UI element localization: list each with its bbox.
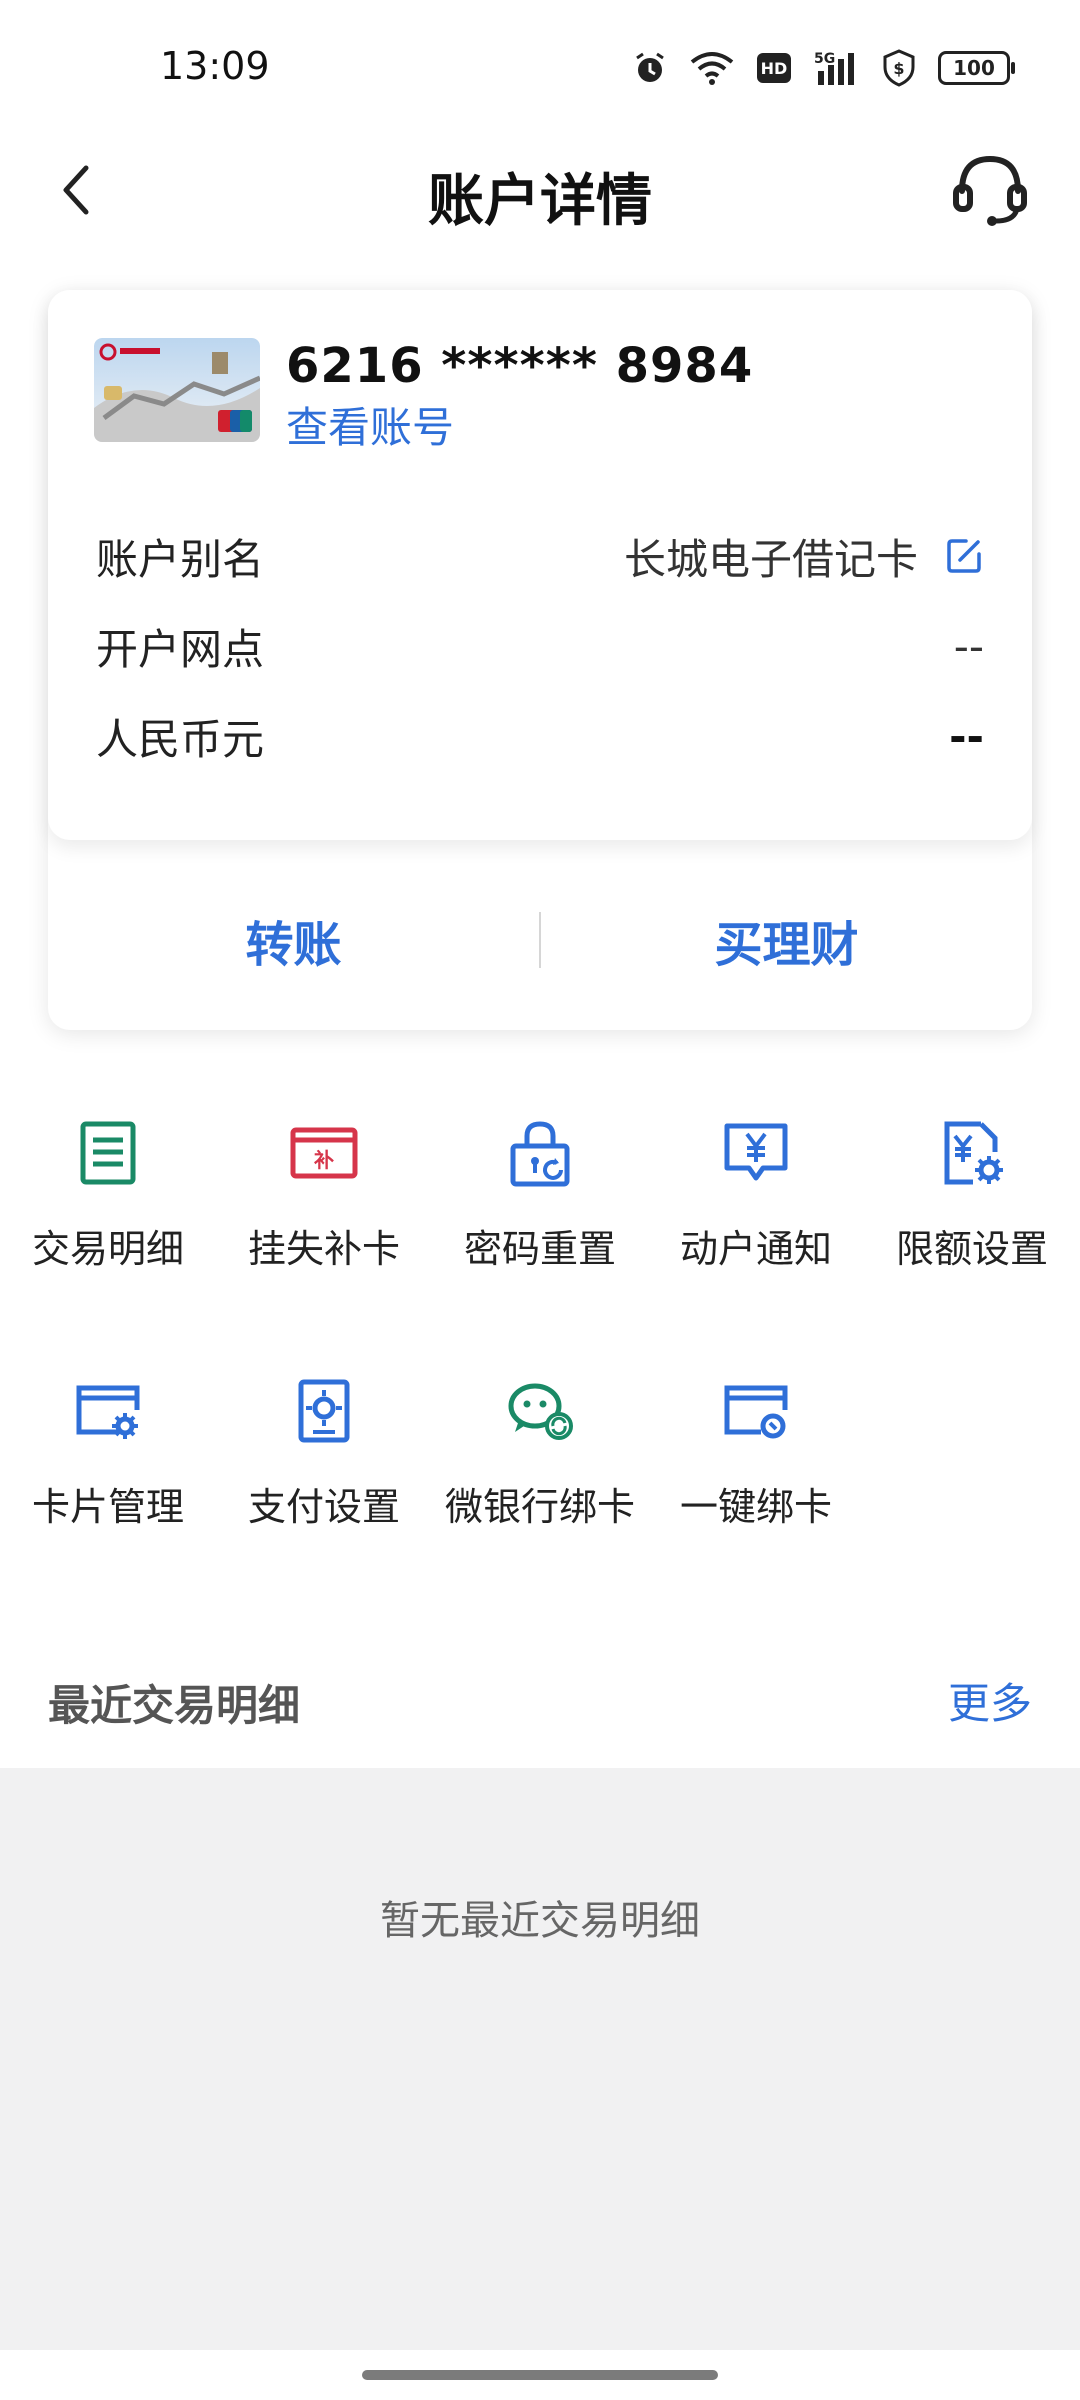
- edit-icon[interactable]: [944, 536, 984, 576]
- svg-text:$: $: [893, 59, 904, 78]
- navigation-bar: [0, 2350, 1080, 2400]
- transfer-button[interactable]: 转账: [48, 905, 539, 975]
- grid-label: 卡片管理: [31, 1485, 184, 1529]
- yuan-notice-icon: [724, 1123, 788, 1181]
- alarm-icon: [636, 52, 664, 82]
- grid-item-limit-settings[interactable]: 限额设置: [864, 1118, 1080, 1273]
- recent-transactions-header: 最近交易明细 更多: [0, 1640, 1080, 1768]
- wechat-bind-icon: [508, 1383, 573, 1440]
- card-link-icon: [724, 1385, 788, 1439]
- row-value-wrap: 长城电子借记卡: [624, 526, 984, 587]
- bank-card-image: [94, 338, 260, 442]
- customer-service-button[interactable]: [940, 134, 1040, 244]
- battery-indicator: 100: [938, 51, 1015, 85]
- view-account-link[interactable]: 查看账号: [286, 394, 454, 455]
- payment-settings-icon: [298, 1379, 350, 1443]
- row-label: 账户别名: [96, 534, 265, 584]
- grid-item-password-reset[interactable]: 密码重置: [432, 1118, 648, 1273]
- account-card: 6216 ****** 8984 查看账号 账户别名 长城电子借记卡 开户网点 …: [48, 290, 1032, 1030]
- hd-icon: HD: [757, 53, 791, 83]
- home-indicator[interactable]: [362, 2370, 718, 2380]
- card-action-row: 转账 买理财: [48, 850, 1032, 1030]
- empty-state-text: 暂无最近交易明细: [380, 1898, 700, 1944]
- row-value: 长城电子借记卡: [623, 534, 918, 584]
- row-rmb-balance: 人民币元 --: [96, 706, 984, 766]
- buy-wealth-button[interactable]: 买理财: [541, 905, 1032, 975]
- status-time: 13:09: [160, 44, 270, 88]
- page-header: 账户详情: [0, 120, 1080, 290]
- balance-value: --: [949, 711, 984, 761]
- card-repair-icon: 补: [290, 1127, 358, 1179]
- grid-item-payment-settings[interactable]: 支付设置: [216, 1376, 432, 1531]
- status-icons: HD 5G $ 100: [632, 44, 1015, 92]
- list-doc-icon: [80, 1121, 136, 1185]
- grid-label: 限额设置: [895, 1227, 1048, 1271]
- svg-text:5G: 5G: [814, 51, 835, 67]
- more-link[interactable]: 更多: [948, 1670, 1032, 1731]
- account-detail-page: 13:09 HD 5G $ 100 账户详情 6216 ****** 8984 …: [0, 0, 1080, 2400]
- signal-5g-icon: 5G: [814, 51, 854, 85]
- row-account-alias: 账户别名 长城电子借记卡: [96, 526, 984, 586]
- headset-icon: [953, 155, 1027, 226]
- grid-label: 一键绑卡: [679, 1485, 832, 1529]
- grid-item-account-notice[interactable]: 动户通知: [648, 1118, 864, 1273]
- grid-label: 挂失补卡: [247, 1227, 400, 1271]
- shield-dollar-icon: $: [883, 49, 915, 87]
- row-label: 开户网点: [96, 624, 265, 674]
- grid-label: 动户通知: [679, 1227, 832, 1271]
- grid-label: 支付设置: [247, 1485, 400, 1529]
- svg-text:补: 补: [313, 1148, 334, 1172]
- account-info-panel: 6216 ****** 8984 查看账号 账户别名 长城电子借记卡 开户网点 …: [48, 290, 1032, 840]
- row-opening-branch: 开户网点 --: [96, 616, 984, 676]
- recent-transactions-title: 最近交易明细: [48, 1681, 301, 1730]
- grid-item-one-click-bind[interactable]: 一键绑卡: [648, 1376, 864, 1531]
- yuan-settings-icon: [944, 1121, 1003, 1185]
- grid-label: 微银行绑卡: [444, 1485, 635, 1529]
- card-settings-icon: [76, 1385, 140, 1439]
- row-label: 人民币元: [96, 714, 265, 764]
- svg-text:HD: HD: [761, 59, 788, 78]
- status-bar: 13:09 HD 5G $ 100: [0, 0, 1080, 120]
- grid-item-transaction-detail[interactable]: 交易明细: [0, 1118, 216, 1273]
- lock-reset-icon: [510, 1121, 570, 1187]
- row-value: --: [953, 621, 984, 671]
- page-title: 账户详情: [428, 169, 652, 234]
- grid-item-card-management[interactable]: 卡片管理: [0, 1376, 216, 1531]
- grid-item-report-loss[interactable]: 补 挂失补卡: [216, 1118, 432, 1273]
- wifi-icon: [690, 52, 734, 85]
- grid-label: 交易明细: [31, 1227, 184, 1271]
- grid-label: 密码重置: [463, 1227, 616, 1271]
- card-number: 6216 ****** 8984: [286, 338, 754, 394]
- grid-item-wechat-bind[interactable]: 微银行绑卡: [432, 1376, 648, 1531]
- recent-transactions-list: 暂无最近交易明细: [0, 1768, 1080, 2350]
